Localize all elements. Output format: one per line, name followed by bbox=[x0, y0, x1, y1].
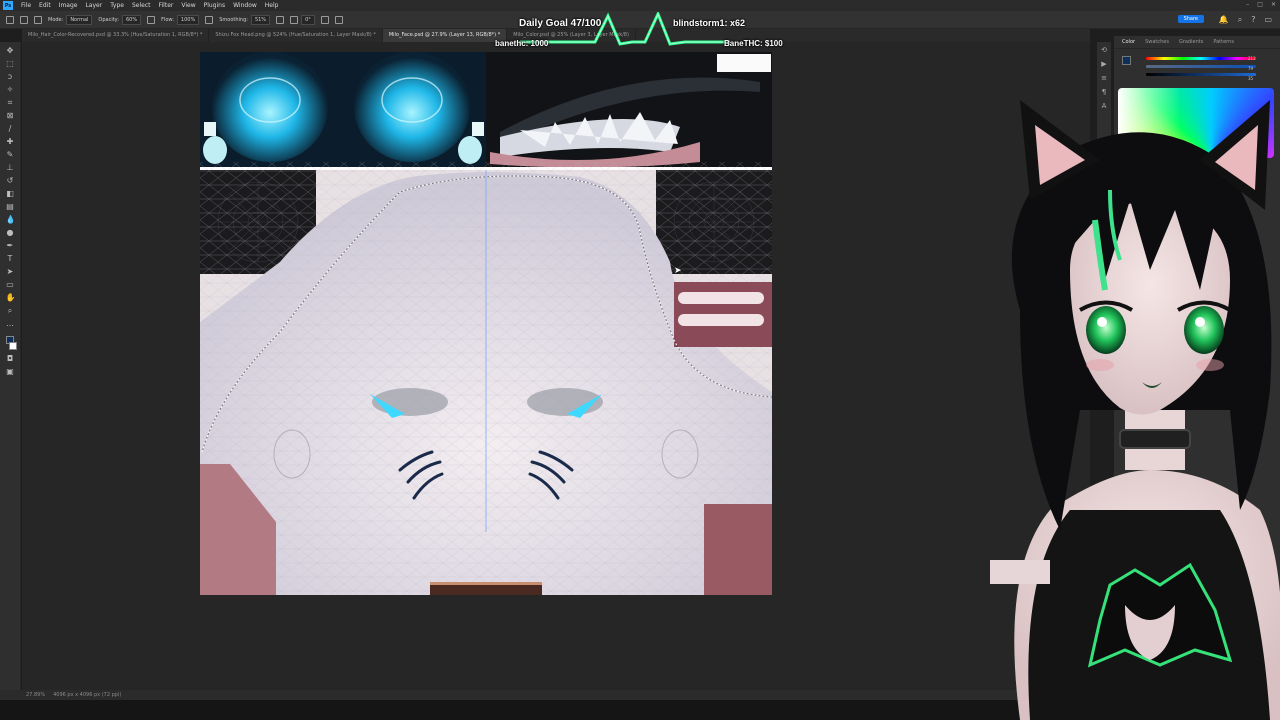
pen-tool-icon[interactable]: ✒ bbox=[6, 241, 15, 250]
crop-tool-icon[interactable]: ⌗ bbox=[6, 98, 15, 107]
lasso-tool-icon[interactable]: ↄ bbox=[6, 72, 15, 81]
menu-help[interactable]: Help bbox=[261, 2, 283, 9]
gradient-tool-icon[interactable]: ▤ bbox=[6, 202, 15, 211]
color-sliders bbox=[1146, 52, 1256, 81]
symmetry-icon[interactable] bbox=[335, 15, 344, 24]
background-color-swatch[interactable] bbox=[9, 342, 17, 350]
angle-input[interactable]: 0° bbox=[301, 14, 316, 25]
properties-panel-icon[interactable]: ≡ bbox=[1101, 74, 1107, 82]
shape-tool-icon[interactable]: ▭ bbox=[6, 280, 15, 289]
brightness-slider[interactable] bbox=[1146, 73, 1256, 76]
opacity-input[interactable]: 60% bbox=[121, 14, 142, 25]
photoshop-stream-window: Ps File Edit Image Layer Type Select Fil… bbox=[0, 0, 1280, 720]
flow-label: Flow: bbox=[161, 16, 174, 23]
face-texture-image bbox=[200, 52, 772, 595]
hand-tool-icon[interactable]: ✋ bbox=[6, 293, 16, 302]
menu-window[interactable]: Window bbox=[229, 2, 261, 9]
opacity-label: Opacity: bbox=[98, 16, 119, 23]
tab-color[interactable]: Color bbox=[1122, 39, 1135, 45]
move-tool-icon[interactable]: ✥ bbox=[6, 46, 15, 55]
home-icon[interactable] bbox=[6, 15, 14, 24]
menu-select[interactable]: Select bbox=[128, 2, 155, 9]
history-brush-icon[interactable]: ↺ bbox=[6, 176, 15, 185]
search-icon[interactable]: ⌕ bbox=[1238, 15, 1242, 25]
brush-tool-icon[interactable]: ✎ bbox=[6, 150, 15, 159]
zoom-level[interactable]: 27.89% bbox=[26, 692, 45, 698]
document-info: 4096 px x 4096 px (72 ppi) bbox=[53, 692, 122, 698]
color-panel-tabs: Color Swatches Gradients Patterns bbox=[1114, 36, 1280, 49]
top-cheer-label: banethc: 1000 bbox=[495, 39, 549, 48]
bell-icon[interactable]: 🔔 bbox=[1219, 15, 1229, 25]
color-values: 212 79 35 bbox=[1248, 54, 1256, 84]
smoothing-input[interactable]: 51% bbox=[250, 14, 271, 25]
hue-value[interactable]: 212 bbox=[1248, 54, 1256, 64]
menu-bar: Ps File Edit Image Layer Type Select Fil… bbox=[0, 0, 1280, 11]
saturation-value[interactable]: 79 bbox=[1248, 64, 1256, 74]
stamp-tool-icon[interactable]: ⊥ bbox=[6, 163, 15, 172]
blur-tool-icon[interactable]: 💧 bbox=[6, 215, 16, 224]
more-tools-icon[interactable]: … bbox=[6, 319, 15, 328]
type-tool-icon[interactable]: T bbox=[6, 254, 15, 263]
top-tip-label: BaneTHC: $100 bbox=[724, 39, 783, 48]
smoothing-label: Smoothing: bbox=[219, 16, 248, 23]
menu-layer[interactable]: Layer bbox=[81, 2, 106, 9]
menu-plugins[interactable]: Plugins bbox=[200, 2, 230, 9]
marquee-tool-icon[interactable]: ⬚ bbox=[6, 59, 15, 68]
magic-wand-tool-icon[interactable]: ✧ bbox=[6, 85, 15, 94]
workspace-icon[interactable]: ▭ bbox=[1264, 15, 1272, 25]
frame-tool-icon[interactable]: ⊠ bbox=[6, 111, 15, 120]
brush-preset-icon[interactable] bbox=[34, 15, 42, 24]
brightness-value[interactable]: 35 bbox=[1248, 74, 1256, 84]
tab-patterns[interactable]: Patterns bbox=[1213, 39, 1234, 45]
share-button[interactable]: Share bbox=[1177, 15, 1204, 23]
eyedropper-tool-icon[interactable]: ∕ bbox=[6, 124, 15, 133]
tab-milo-face[interactable]: Milo_Face.psd @ 27.9% (Layer 13, RGB/8*)… bbox=[382, 29, 508, 42]
menu-type[interactable]: Type bbox=[106, 2, 128, 9]
options-right-icons: 🔔 ⌕ ? ▭ bbox=[1219, 15, 1272, 25]
document-canvas[interactable] bbox=[200, 52, 772, 595]
saturation-slider[interactable] bbox=[1146, 65, 1256, 68]
screen-mode-icon[interactable]: ▣ bbox=[6, 367, 15, 376]
menu-file[interactable]: File bbox=[17, 2, 35, 9]
maximize-icon[interactable]: □ bbox=[1257, 1, 1263, 8]
smoothing-settings-icon[interactable] bbox=[276, 15, 285, 24]
mode-select[interactable]: Normal bbox=[66, 14, 93, 25]
airbrush-icon[interactable] bbox=[205, 15, 214, 24]
flow-input[interactable]: 100% bbox=[176, 14, 200, 25]
angle-icon bbox=[290, 15, 299, 24]
vtuber-avatar bbox=[990, 100, 1280, 720]
tab-gradients[interactable]: Gradients bbox=[1179, 39, 1203, 45]
brush-tool-icon[interactable] bbox=[20, 15, 28, 24]
tools-panel: ✥ ⬚ ↄ ✧ ⌗ ⊠ ∕ ✚ ✎ ⊥ ↺ ◧ ▤ 💧 ● ✒ T ➤ ▭ ✋ … bbox=[0, 42, 21, 692]
pressure-size-icon[interactable] bbox=[321, 15, 330, 24]
menu-edit[interactable]: Edit bbox=[35, 2, 55, 9]
eraser-tool-icon[interactable]: ◧ bbox=[6, 189, 15, 198]
menu-view[interactable]: View bbox=[177, 2, 199, 9]
window-controls: – □ ✕ bbox=[1246, 1, 1276, 8]
path-select-tool-icon[interactable]: ➤ bbox=[6, 267, 15, 276]
play-action-icon[interactable]: ▶ bbox=[1101, 60, 1106, 68]
daily-goal-label: Daily Goal 47/100 bbox=[519, 18, 602, 29]
mode-label: Mode: bbox=[48, 16, 64, 23]
tab-milo-hair[interactable]: Milo_Hair_Color-Recovered.psd @ 33.3% (H… bbox=[22, 29, 210, 42]
help-icon[interactable]: ? bbox=[1251, 15, 1255, 25]
photoshop-logo-icon: Ps bbox=[3, 1, 13, 10]
minimize-icon[interactable]: – bbox=[1246, 1, 1249, 8]
tab-swatches[interactable]: Swatches bbox=[1145, 39, 1169, 45]
quick-mask-icon[interactable]: ◘ bbox=[6, 354, 15, 363]
close-icon[interactable]: ✕ bbox=[1271, 1, 1276, 8]
top-bits-label: blindstorm1: x62 bbox=[673, 18, 746, 28]
canvas-area[interactable] bbox=[22, 42, 1090, 690]
zoom-tool-icon[interactable]: ⌕ bbox=[6, 306, 15, 315]
menu-image[interactable]: Image bbox=[55, 2, 82, 9]
menu-filter[interactable]: Filter bbox=[155, 2, 178, 9]
pressure-opacity-icon[interactable] bbox=[147, 15, 156, 24]
tab-shizu-fox-head[interactable]: Shizu Fox Head.png @ 524% (Hue/Saturatio… bbox=[209, 29, 383, 42]
mouse-cursor-icon: ➤ bbox=[674, 266, 682, 276]
history-panel-icon[interactable]: ⟲ bbox=[1101, 46, 1107, 54]
dodge-tool-icon[interactable]: ● bbox=[6, 228, 15, 237]
foreground-color-chip[interactable] bbox=[1122, 56, 1131, 65]
hue-slider[interactable] bbox=[1146, 57, 1256, 60]
healing-tool-icon[interactable]: ✚ bbox=[6, 137, 15, 146]
